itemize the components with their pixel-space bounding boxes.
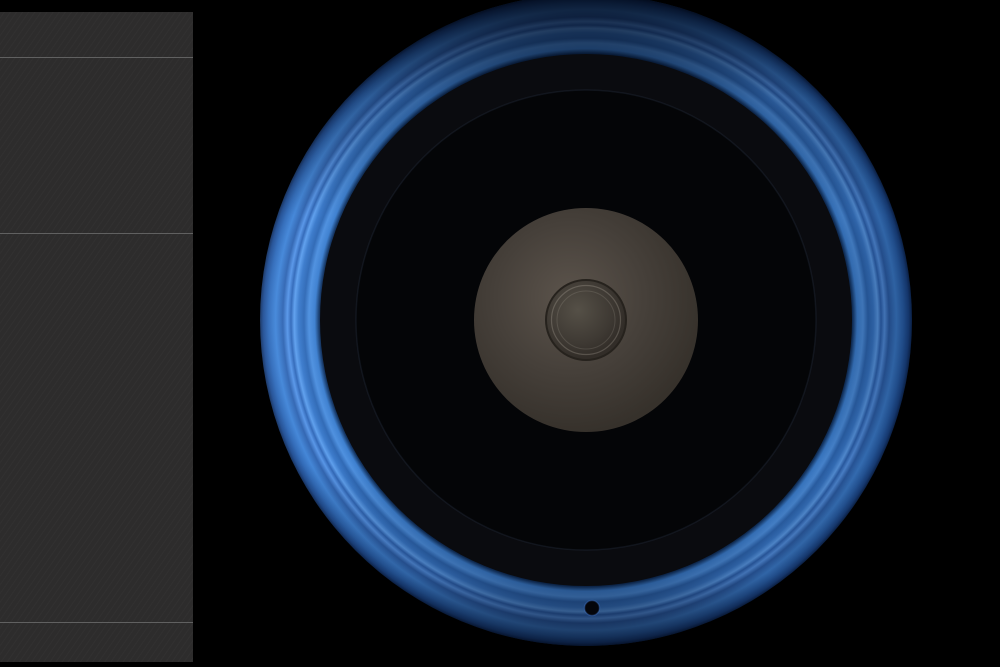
valve-stem-hole [585, 601, 600, 616]
center-cap-face [546, 280, 626, 360]
photo-background [0, 0, 1000, 667]
panel-divider [0, 233, 193, 234]
info-panel [0, 0, 193, 667]
panel-divider [0, 622, 193, 623]
panel-top-strip [0, 0, 193, 12]
panel-bottom-strip [0, 662, 193, 667]
panel-divider [0, 57, 193, 58]
